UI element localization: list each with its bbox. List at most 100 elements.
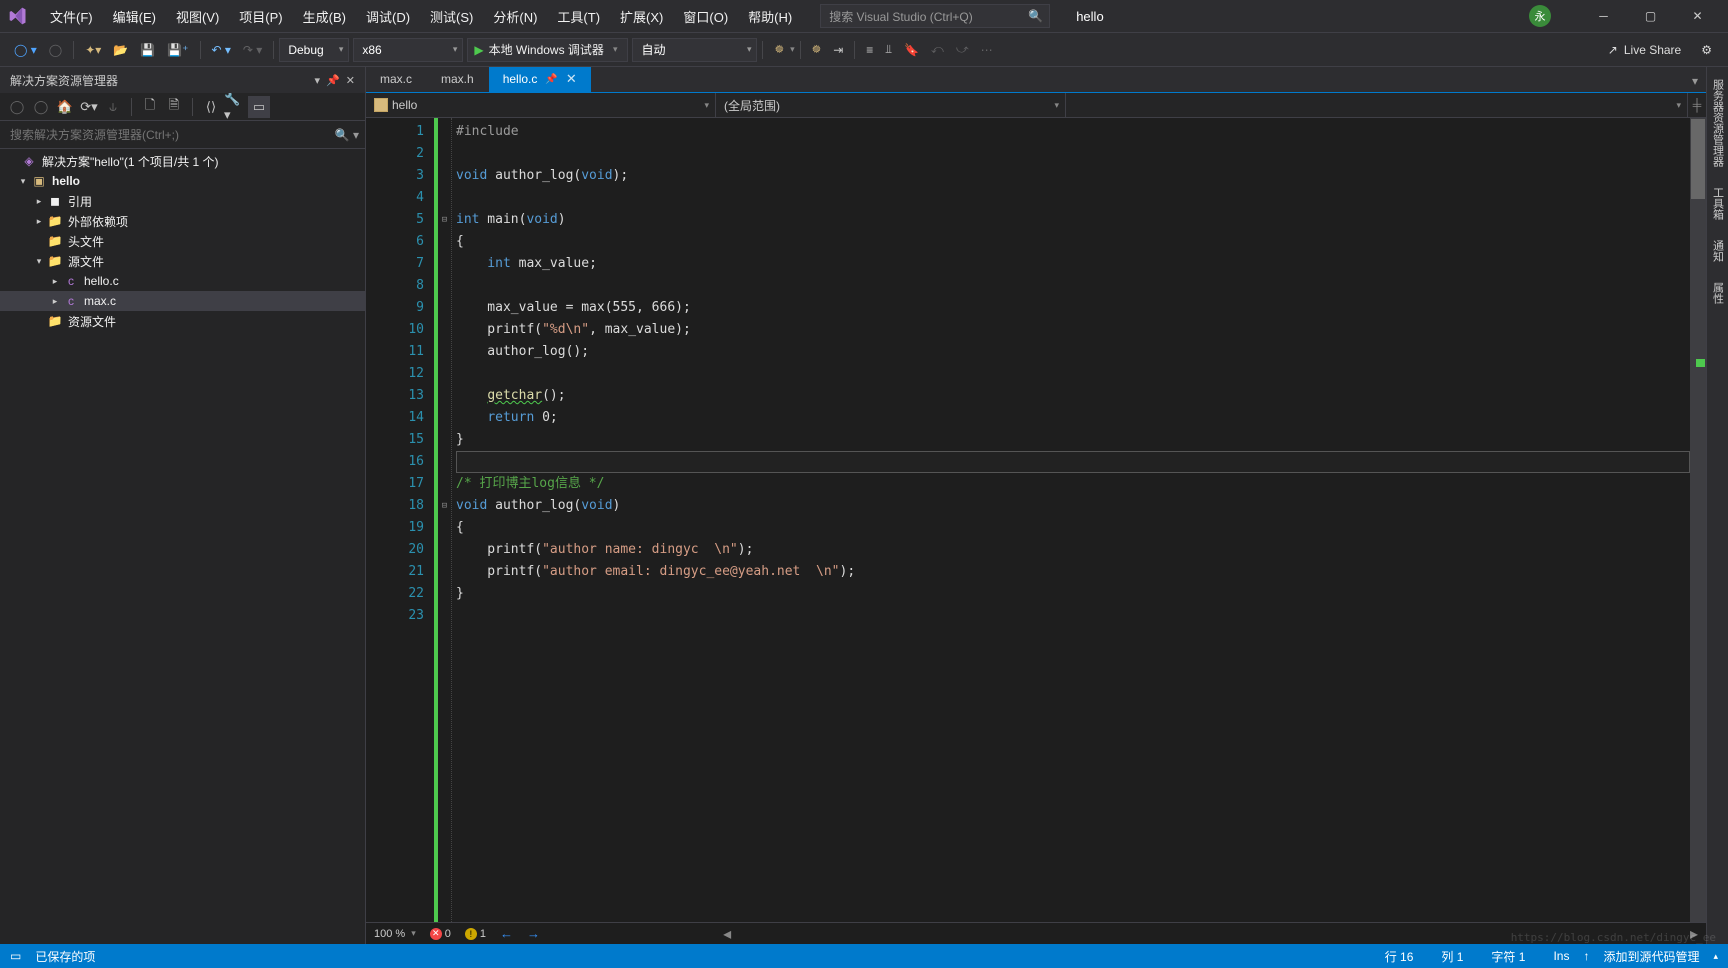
menu-test[interactable]: 测试(S) [420,2,483,31]
menu-edit[interactable]: 编辑(E) [103,2,166,31]
tree-solution[interactable]: ◈解决方案"hello"(1 个项目/共 1 个) [0,151,365,171]
menu-build[interactable]: 生成(B) [293,2,356,31]
toolbar-icon-4[interactable]: ≡ [861,39,878,61]
menu-analyze[interactable]: 分析(N) [483,2,547,31]
tree-file-hello-c[interactable]: chello.c [0,271,365,291]
nav-back-button[interactable]: ◯ ▾ [9,39,42,61]
debug-target-dropdown[interactable]: 自动 [632,38,757,62]
tree-sources[interactable]: 📁源文件 [0,251,365,271]
panel-pin-icon[interactable]: 📌 [326,74,340,87]
bookmark-button[interactable]: 🔖 [899,39,924,61]
save-button[interactable]: 💾 [135,39,160,61]
panel-dropdown-icon[interactable]: ▾ [315,74,321,87]
solution-explorer-search[interactable]: 🔍 ▾ [0,121,365,149]
code-content[interactable]: #include void author_log(void);int main(… [452,118,1690,922]
se-sync-icon: ⫝ [102,96,124,118]
se-home-icon[interactable]: 🏠 [54,96,76,118]
liveshare-button[interactable]: ↗ Live Share ⚙ [1600,43,1720,57]
tab-max-c[interactable]: max.c [366,67,426,92]
menu-project[interactable]: 项目(P) [229,2,292,31]
statusbar: ▭ 已保存的项 行 16 列 1 字符 1 Ins ↑ 添加到源代码管理 ▴ [0,944,1728,968]
warnings-count[interactable]: !1 [465,928,486,940]
tree-project[interactable]: ▣hello [0,171,365,191]
window-controls: 永 ─ ▢ ✕ [1529,0,1720,33]
menu-view[interactable]: 视图(V) [166,2,229,31]
nav-next-icon[interactable]: → [527,926,540,941]
menu-debug[interactable]: 调试(D) [356,2,420,31]
minimize-button[interactable]: ─ [1581,0,1626,33]
warning-icon: ! [465,928,477,940]
se-preview-icon[interactable]: ▭ [248,96,270,118]
nav-split-icon[interactable]: ╪ [1688,93,1706,117]
rail-properties[interactable]: 属性 [1708,278,1728,308]
tree-external-deps[interactable]: 📁外部依赖项 [0,211,365,231]
solution-tree: ◈解决方案"hello"(1 个项目/共 1 个) ▣hello ◼引用 📁外部… [0,149,365,944]
folder-icon: 📁 [46,313,64,329]
toolbar-icon-5[interactable]: ⫫ [880,39,897,61]
toolbar-icon-3[interactable]: ⇥ [828,39,848,61]
se-viewcode-icon[interactable]: ⟨⟩ [200,96,222,118]
menu-help[interactable]: 帮助(H) [738,2,802,31]
se-switch-icon[interactable]: ⟳▾ [78,96,100,118]
config-dropdown[interactable]: Debug [279,38,349,62]
liveshare-icon: ↗ [1608,43,1618,57]
line-number-gutter: 1234567891011121314151617181920212223 [366,118,438,922]
maximize-button[interactable]: ▢ [1628,0,1673,33]
main-toolbar: ◯ ▾ ◯ ✦▾ 📂 💾 💾⁺ ↶ ▾ ↷ ▾ Debug x86 ▶ 本地 W… [0,33,1728,67]
nav-prev-icon[interactable]: ← [500,926,513,941]
menu-file[interactable]: 文件(F) [40,2,103,31]
nav-project-dropdown[interactable]: hello [366,93,716,117]
se-refresh-icon[interactable]: 🗎 [163,96,185,118]
se-search-input[interactable] [6,126,335,144]
menu-window[interactable]: 窗口(O) [673,2,738,31]
tabs-overflow-icon[interactable]: ▾ [1684,70,1706,92]
vertical-scrollbar[interactable] [1690,118,1706,922]
search-placeholder: 搜索 Visual Studio (Ctrl+Q) [829,8,973,25]
c-file-icon: c [62,273,80,289]
close-button[interactable]: ✕ [1675,0,1720,33]
se-showall-icon[interactable]: 🗋 [139,96,161,118]
nav-member-dropdown[interactable] [1066,93,1688,117]
toolbar-icon-1[interactable]: 🟔 [769,39,789,61]
hscroll-left-icon[interactable]: ◂ [723,924,731,944]
zoom-level[interactable]: 100 % [374,928,416,940]
watermark: https://blog.csdn.net/dingyc_ee [1511,931,1716,944]
open-button[interactable]: 📂 [108,39,133,61]
error-icon: ✕ [430,928,442,940]
play-icon: ▶ [474,43,483,57]
menu-tools[interactable]: 工具(T) [547,2,610,31]
quick-search[interactable]: 搜索 Visual Studio (Ctrl+Q) 🔍 [820,4,1050,28]
undo-button[interactable]: ↶ ▾ [207,39,236,61]
tree-references[interactable]: ◼引用 [0,191,365,211]
panel-close-icon[interactable]: ✕ [346,74,355,87]
toolbar-icon-2[interactable]: 🟔 [807,39,827,61]
tab-max-h[interactable]: max.h [427,67,488,92]
rail-notifications[interactable]: 通知 [1708,236,1728,266]
tab-close-icon[interactable]: ✕ [566,71,577,87]
code-editor[interactable]: 1234567891011121314151617181920212223 ⊟⊟… [366,118,1706,922]
errors-count[interactable]: ✕0 [430,928,451,940]
liveshare-settings-icon[interactable]: ⚙ [1701,43,1712,57]
search-icon: 🔍 [1028,9,1043,23]
status-scm[interactable]: 添加到源代码管理 [1589,948,1713,965]
status-char: 字符 1 [1477,948,1539,965]
project-icon: ▣ [30,173,48,189]
fold-gutter[interactable]: ⊟⊟ [438,118,452,922]
menu-ext[interactable]: 扩展(X) [610,2,673,31]
save-all-button[interactable]: 💾⁺ [162,39,193,61]
start-debug-button[interactable]: ▶ 本地 Windows 调试器 ▾ [467,38,628,62]
nav-scope-dropdown[interactable]: (全局范围) [716,93,1066,117]
tree-headers[interactable]: 📁头文件 [0,231,365,251]
folder-icon: 📁 [46,213,64,229]
new-item-button[interactable]: ✦▾ [80,39,106,61]
user-badge[interactable]: 永 [1529,5,1551,27]
tree-file-max-c[interactable]: cmax.c [0,291,365,311]
tab-hello-c[interactable]: hello.c 📌 ✕ [489,67,591,92]
rail-toolbox[interactable]: 工具箱 [1708,183,1728,224]
status-ins: Ins [1539,949,1583,963]
tree-resources[interactable]: 📁资源文件 [0,311,365,331]
se-properties-icon[interactable]: 🔧▾ [224,96,246,118]
rail-server-explorer[interactable]: 服务器资源管理器 [1708,75,1728,171]
platform-dropdown[interactable]: x86 [353,38,463,62]
pin-icon[interactable]: 📌 [545,74,557,85]
